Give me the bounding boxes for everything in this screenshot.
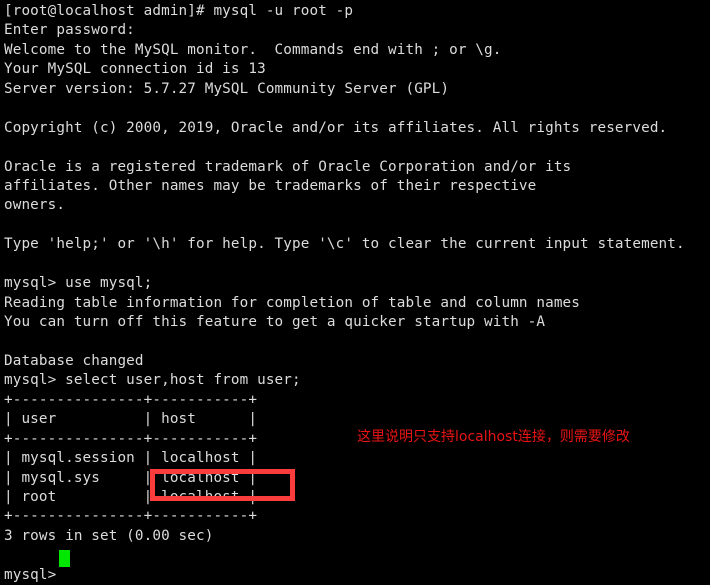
- terminal-line-copyright: Copyright (c) 2000, 2019, Oracle and/or …: [4, 119, 668, 136]
- terminal-line-password-prompt: Enter password:: [4, 22, 135, 39]
- table-top-border: +---------------+-----------+: [4, 391, 258, 408]
- terminal-line-database-changed: Database changed: [4, 352, 144, 369]
- table-row: | mysql.sys | localhost |: [4, 469, 258, 486]
- terminal-line-quicker-startup: You can turn off this feature to get a q…: [4, 314, 546, 330]
- terminal-window[interactable]: [root@localhost admin]# mysql -u root -p…: [0, 0, 710, 583]
- table-header-row: | user | host |: [4, 411, 258, 428]
- terminal-line-server-version: Server version: 5.7.27 MySQL Community S…: [4, 80, 450, 97]
- terminal-line-trademark-2: affiliates. Other names may be trademark…: [4, 177, 537, 194]
- annotation-text: 这里说明只支持localhost连接，则需要修改: [357, 429, 630, 445]
- table-row: | root | localhost |: [4, 488, 258, 505]
- table-row-count-footer: 3 rows in set (0.00 sec): [4, 527, 214, 544]
- terminal-line-trademark-1: Oracle is a registered trademark of Orac…: [4, 158, 572, 175]
- table-bottom-border: +---------------+-----------+: [4, 508, 258, 525]
- terminal-line-use-mysql: mysql> use mysql;: [4, 275, 153, 292]
- terminal-line-select-query: mysql> select user,host from user;: [4, 372, 301, 389]
- terminal-line-help-hint: Type 'help;' or '\h' for help. Type '\c'…: [4, 236, 685, 253]
- terminal-line-welcome: Welcome to the MySQL monitor. Commands e…: [4, 41, 502, 58]
- terminal-cursor: [59, 550, 70, 567]
- table-row: | mysql.session | localhost |: [4, 450, 258, 467]
- terminal-line-shell-command: [root@localhost admin]# mysql -u root -p: [4, 3, 354, 19]
- terminal-line-reading-tables: Reading table information for completion…: [4, 294, 581, 311]
- terminal-line-trademark-3: owners.: [4, 197, 66, 214]
- terminal-prompt-active[interactable]: mysql>: [4, 566, 710, 585]
- terminal-line-connection-id: Your MySQL connection id is 13: [4, 61, 266, 78]
